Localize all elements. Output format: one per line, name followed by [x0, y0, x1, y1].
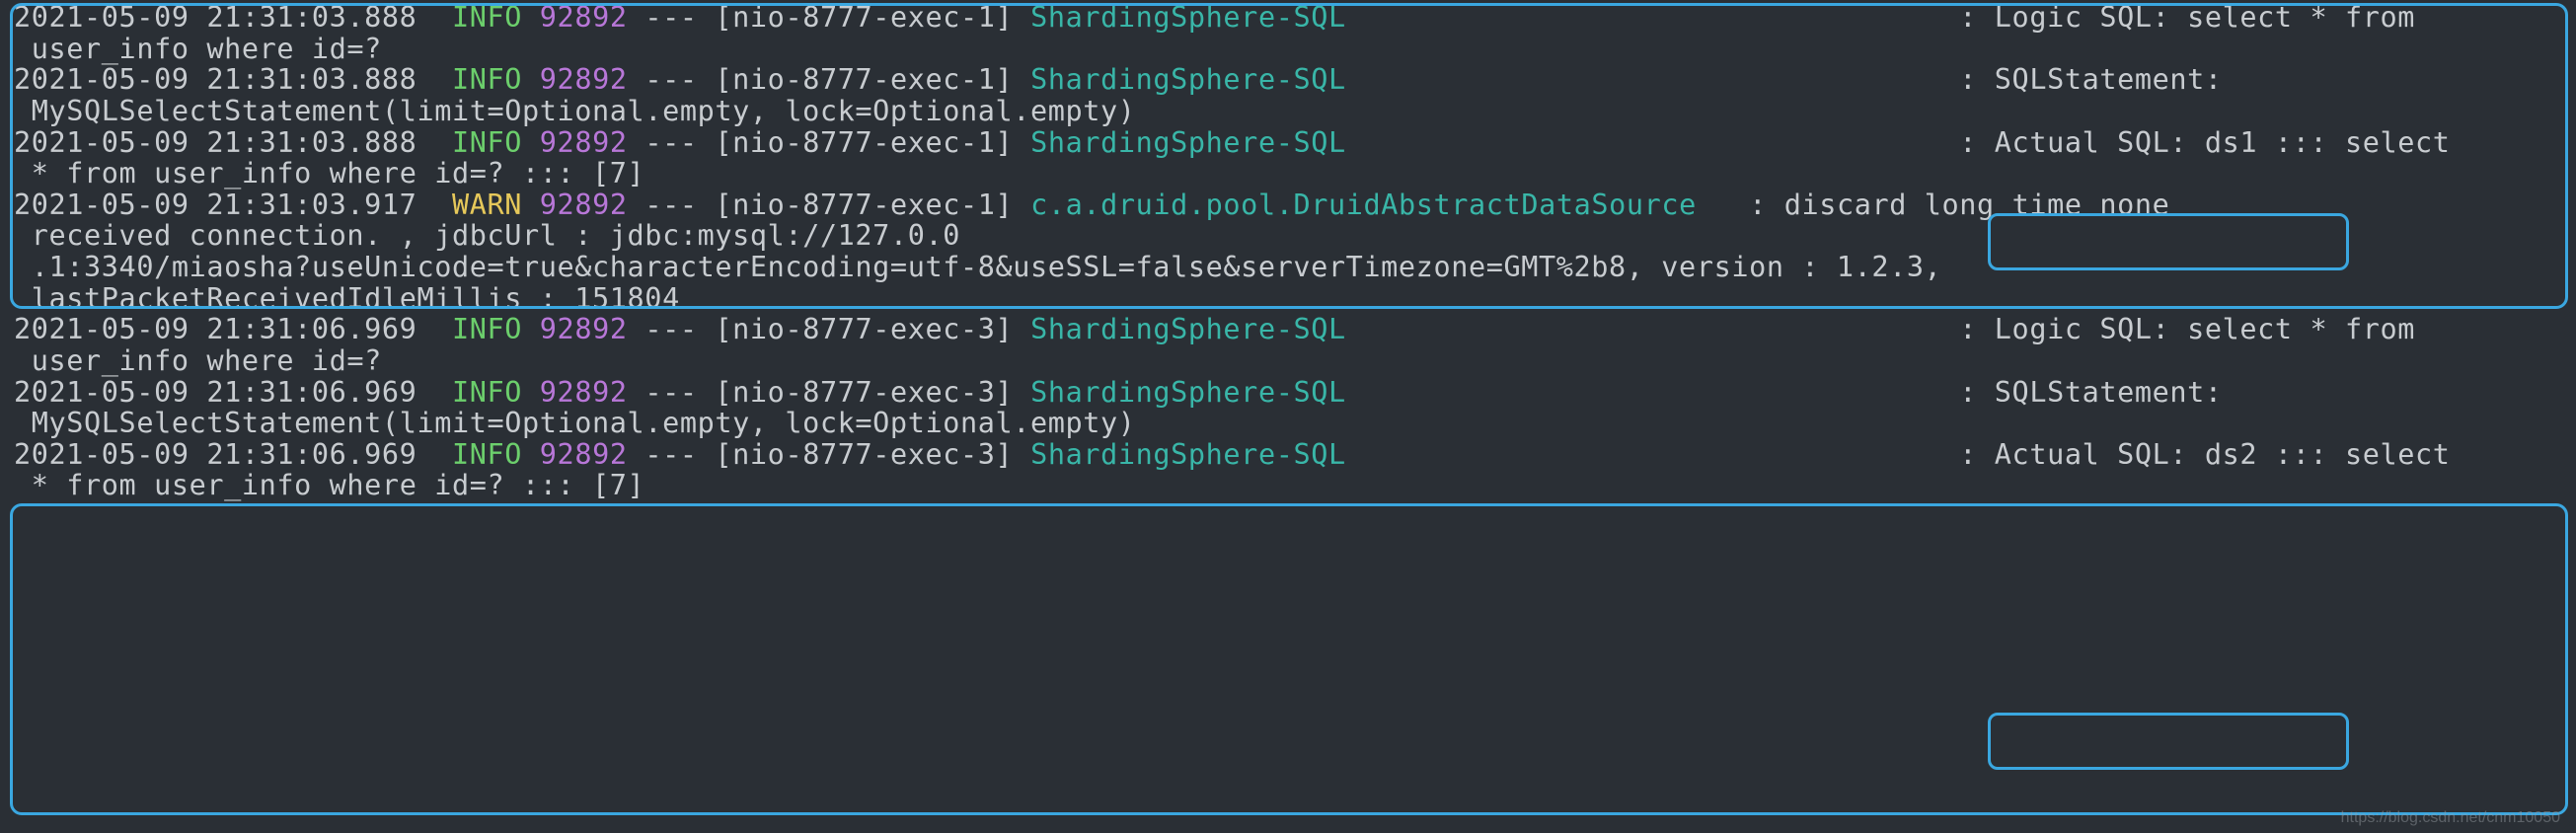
log-line: 2021-05-09 21:31:06.969 INFO 92892 --- […: [14, 314, 2562, 345]
log-thread: [nio-8777-exec-3]: [715, 313, 1013, 345]
log-pid: 92892: [540, 1, 628, 34]
log-logger: ShardingSphere-SQL: [1030, 313, 1346, 345]
log-line: 2021-05-09 21:31:06.969 INFO 92892 --- […: [14, 439, 2562, 471]
log-separator: ---: [644, 63, 697, 96]
log-thread: [nio-8777-exec-3]: [715, 438, 1013, 471]
log-separator: ---: [644, 438, 697, 471]
log-line-continuation: received connection. , jdbcUrl : jdbc:my…: [14, 220, 2562, 314]
log-separator: ---: [644, 126, 697, 159]
log-line-continuation: user_info where id=?: [14, 345, 2562, 377]
log-level: INFO: [452, 438, 522, 471]
log-separator: ---: [644, 1, 697, 34]
log-line-continuation: MySQLSelectStatement(limit=Optional.empt…: [14, 96, 2562, 127]
log-line: 2021-05-09 21:31:03.917 WARN 92892 --- […: [14, 189, 2562, 221]
log-line-continuation: MySQLSelectStatement(limit=Optional.empt…: [14, 408, 2562, 439]
log-output: 2021-05-09 21:31:03.888 INFO 92892 --- […: [0, 0, 2576, 501]
log-pid: 92892: [540, 313, 628, 345]
highlight-sub-2: [1988, 713, 2349, 770]
log-thread: [nio-8777-exec-1]: [715, 1, 1013, 34]
log-timestamp: 2021-05-09 21:31:03.888: [14, 1, 417, 34]
log-thread: [nio-8777-exec-1]: [715, 189, 1013, 221]
log-separator: ---: [644, 313, 697, 345]
log-line-continuation: user_info where id=?: [14, 34, 2562, 65]
log-line-continuation: * from user_info where id=? ::: [7]: [14, 158, 2562, 189]
log-separator: ---: [644, 376, 697, 409]
log-pid: 92892: [540, 126, 628, 159]
log-timestamp: 2021-05-09 21:31:06.969: [14, 438, 417, 471]
log-line: 2021-05-09 21:31:03.888 INFO 92892 --- […: [14, 127, 2562, 159]
log-pid: 92892: [540, 376, 628, 409]
log-pid: 92892: [540, 438, 628, 471]
log-logger: ShardingSphere-SQL: [1030, 376, 1346, 409]
log-message: : SQLStatement:: [1959, 63, 2222, 96]
log-timestamp: 2021-05-09 21:31:06.969: [14, 376, 417, 409]
log-timestamp: 2021-05-09 21:31:03.888: [14, 126, 417, 159]
log-level: WARN: [452, 189, 522, 221]
watermark: https://blog.csdn.net/cnm10050: [2341, 809, 2560, 827]
log-message: : discard long time none: [1749, 189, 2169, 221]
log-thread: [nio-8777-exec-1]: [715, 63, 1013, 96]
log-pid: 92892: [540, 63, 628, 96]
log-message: : Actual SQL: ds1 ::: select: [1959, 126, 2450, 159]
log-separator: ---: [644, 189, 697, 221]
log-timestamp: 2021-05-09 21:31:06.969: [14, 313, 417, 345]
log-level: INFO: [452, 376, 522, 409]
log-logger: ShardingSphere-SQL: [1030, 1, 1346, 34]
log-timestamp: 2021-05-09 21:31:03.888: [14, 63, 417, 96]
log-level: INFO: [452, 63, 522, 96]
log-logger: ShardingSphere-SQL: [1030, 126, 1346, 159]
log-thread: [nio-8777-exec-1]: [715, 126, 1013, 159]
log-thread: [nio-8777-exec-3]: [715, 376, 1013, 409]
log-logger: ShardingSphere-SQL: [1030, 63, 1346, 96]
log-logger: ShardingSphere-SQL: [1030, 438, 1346, 471]
log-timestamp: 2021-05-09 21:31:03.917: [14, 189, 417, 221]
log-message: : SQLStatement:: [1959, 376, 2222, 409]
log-level: INFO: [452, 126, 522, 159]
log-logger: c.a.druid.pool.DruidAbstractDataSource: [1030, 189, 1697, 221]
log-message: : Actual SQL: ds2 ::: select: [1959, 438, 2450, 471]
log-message: : Logic SQL: select * from: [1959, 313, 2415, 345]
log-message: : Logic SQL: select * from: [1959, 1, 2415, 34]
log-pid: 92892: [540, 189, 628, 221]
log-line-continuation: * from user_info where id=? ::: [7]: [14, 470, 2562, 501]
log-level: INFO: [452, 313, 522, 345]
log-line: 2021-05-09 21:31:06.969 INFO 92892 --- […: [14, 377, 2562, 409]
log-line: 2021-05-09 21:31:03.888 INFO 92892 --- […: [14, 2, 2562, 34]
log-level: INFO: [452, 1, 522, 34]
log-line: 2021-05-09 21:31:03.888 INFO 92892 --- […: [14, 64, 2562, 96]
highlight-box-2: [10, 503, 2568, 815]
